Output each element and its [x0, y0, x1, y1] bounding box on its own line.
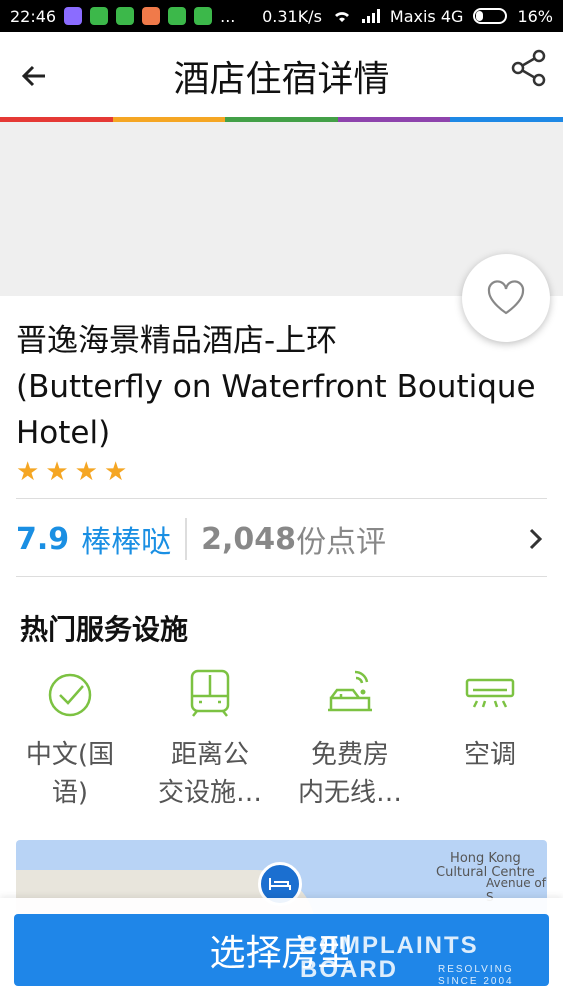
battery-icon	[473, 8, 508, 24]
divider	[16, 576, 547, 577]
amenity-label-line: 免费房	[310, 740, 389, 770]
amenity-item[interactable]: 中文(国 语)	[0, 668, 140, 812]
heart-icon	[487, 280, 525, 315]
app-notification-icon	[168, 7, 187, 25]
hotel-name: 晋逸海景精品酒店-上环 (Butterfly on Waterfront Bou…	[16, 318, 536, 456]
watermark-logo: COMPLAINTS BOARD RESOLVING SINCE 2004	[300, 932, 514, 988]
app-notification-icon	[90, 7, 109, 25]
reviews-row[interactable]: 7.9 棒棒哒 2,048 份点评	[16, 510, 547, 568]
chevron-right-icon	[529, 528, 543, 550]
wifi-icon	[334, 12, 349, 22]
star-rating: ★ ★ ★ ★	[16, 458, 127, 486]
wifi-bed-icon	[328, 670, 372, 712]
page-title: 酒店住宿详情	[173, 59, 390, 100]
rating-label: 棒棒哒	[81, 525, 172, 560]
app-notification-icon	[116, 7, 135, 25]
amenity-item[interactable]: 距离公 交设施…	[140, 668, 280, 812]
amenity-item[interactable]: 免费房 内无线…	[280, 668, 420, 812]
battery-level: 16%	[517, 6, 553, 26]
amenity-label-line: 距离公	[170, 740, 249, 770]
network-speed: 0.31K/s	[262, 6, 322, 26]
amenity-label-line: 中文(国	[25, 740, 115, 770]
hotel-name-zh: 晋逸海景精品酒店-上环	[16, 323, 338, 359]
amenity-label: 空调	[430, 736, 550, 774]
clock: 22:46	[10, 6, 57, 26]
app-notification-icon	[64, 7, 83, 25]
app-header: 酒店住宿详情	[0, 32, 563, 120]
amenity-label: 距离公 交设施…	[150, 736, 270, 812]
carrier-label: Maxis 4G	[389, 6, 464, 26]
amenity-label-line: 交设施…	[157, 778, 262, 808]
star-icon: ★	[103, 457, 128, 487]
review-count: 2,048	[201, 521, 297, 557]
amenity-label-line: 语)	[51, 778, 89, 808]
star-icon: ★	[45, 457, 69, 487]
hotel-name-en-2: Hotel)	[16, 415, 111, 451]
review-suffix: 份点评	[296, 525, 387, 560]
air-conditioner-icon	[465, 678, 515, 708]
amenities-list: 中文(国 语) 距离公 交设施… 免费房 内无线… 空调	[0, 668, 563, 812]
star-icon: ★	[74, 457, 98, 487]
check-circle-icon	[48, 673, 92, 717]
map-label-line: Hong Kong	[450, 851, 521, 866]
app-notification-icon	[194, 7, 213, 25]
bed-icon	[269, 878, 291, 890]
amenity-label-line: 内无线…	[297, 778, 402, 808]
amenity-label: 免费房 内无线…	[290, 736, 410, 812]
hotel-name-en-1: (Butterfly on Waterfront Boutique	[16, 369, 536, 405]
separator	[185, 518, 188, 560]
amenity-label-line: 空调	[463, 740, 516, 770]
app-notification-icon	[142, 7, 161, 25]
more-notifications: ...	[220, 6, 236, 26]
share-icon	[511, 49, 546, 87]
status-bar: 22:46 ... 0.31K/s Maxis 4G 16%	[0, 0, 563, 32]
rating-score: 7.9	[16, 521, 70, 557]
divider	[16, 498, 547, 499]
amenity-label: 中文(国 语)	[10, 736, 130, 812]
star-icon: ★	[16, 457, 40, 487]
train-icon	[190, 669, 230, 717]
app-screen: 22:46 ... 0.31K/s Maxis 4G 16% 酒店住宿详情 晋逸…	[0, 0, 563, 1000]
signal-icon	[361, 9, 380, 23]
amenity-item[interactable]: 空调	[420, 668, 560, 812]
share-button[interactable]	[509, 48, 549, 88]
amenities-title: 热门服务设施	[20, 613, 189, 646]
